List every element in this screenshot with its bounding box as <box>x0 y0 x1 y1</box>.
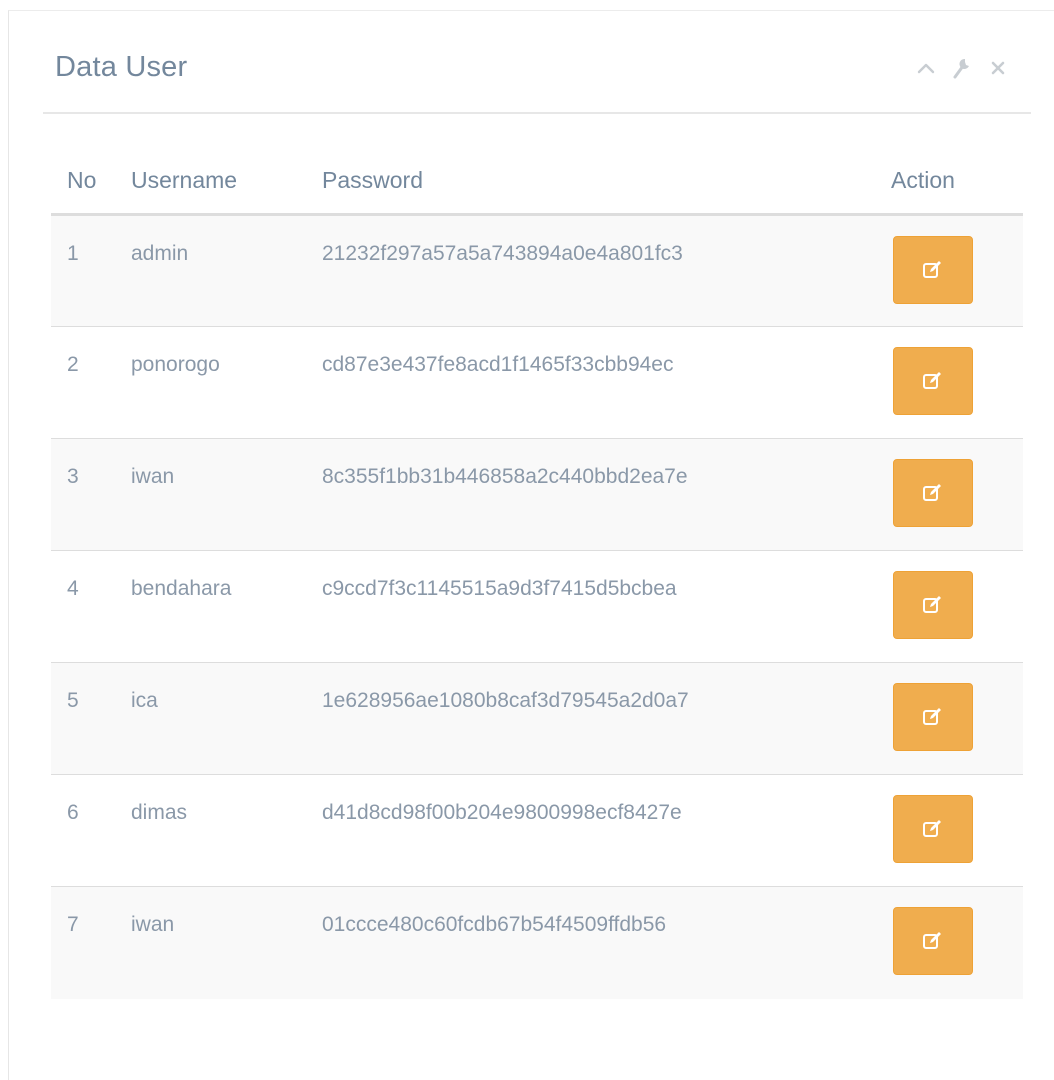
cell-no: 2 <box>51 326 131 439</box>
edit-button[interactable] <box>893 459 973 527</box>
wrench-icon <box>953 58 969 79</box>
edit-icon <box>923 484 941 501</box>
close-icon <box>991 61 1005 75</box>
header-username: Username <box>131 151 322 216</box>
edit-button[interactable] <box>893 347 973 415</box>
edit-icon <box>923 932 941 949</box>
close-panel-button[interactable] <box>985 55 1011 81</box>
cell-username: ponorogo <box>131 326 322 439</box>
table-row: 2 ponorogo cd87e3e437fe8acd1f1465f33cbb9… <box>51 326 1023 439</box>
cell-no: 3 <box>51 438 131 551</box>
cell-password: 21232f297a57a5a743894a0e4a801fc3 <box>322 242 683 265</box>
panel-toolbox <box>913 55 1011 81</box>
cell-password: 1e628956ae1080b8caf3d79545a2d0a7 <box>322 662 867 775</box>
panel-header: Data User <box>43 11 1031 114</box>
cell-action <box>867 886 1023 999</box>
header-action: Action <box>867 151 1023 216</box>
cell-username: iwan <box>131 438 322 551</box>
cell-username: admin <box>131 242 189 265</box>
user-table: No Username Password Action 1 admin 2123… <box>51 151 1023 999</box>
cell-action <box>867 774 1023 887</box>
table-row: 6 dimas d41d8cd98f00b204e9800998ecf8427e <box>51 774 1023 887</box>
header-no: No <box>51 151 131 216</box>
edit-icon <box>923 820 941 837</box>
table-row: 4 bendahara c9ccd7f3c1145515a9d3f7415d5b… <box>51 550 1023 663</box>
cell-action <box>867 326 1023 439</box>
settings-button[interactable] <box>949 55 975 81</box>
cell-username: dimas <box>131 774 322 887</box>
edit-icon <box>923 372 941 389</box>
cell-password: 01ccce480c60fcdb67b54f4509ffdb56 <box>322 886 867 999</box>
panel-title: Data User <box>55 51 188 83</box>
cell-username: bendahara <box>131 550 322 663</box>
cell-username: iwan <box>131 886 322 999</box>
table-row: 3 iwan 8c355f1bb31b446858a2c440bbd2ea7e <box>51 438 1023 551</box>
cell-password: c9ccd7f3c1145515a9d3f7415d5bcbea <box>322 550 867 663</box>
edit-button[interactable] <box>893 571 973 639</box>
cell-no: 4 <box>51 550 131 663</box>
cell-no: 6 <box>51 774 131 887</box>
cell-password: d41d8cd98f00b204e9800998ecf8427e <box>322 774 867 887</box>
header-password: Password <box>322 151 867 216</box>
edit-button[interactable] <box>893 795 973 863</box>
cell-action <box>867 550 1023 663</box>
cell-no: 1 <box>67 242 79 265</box>
cell-no: 7 <box>51 886 131 999</box>
edit-button[interactable] <box>893 236 973 304</box>
table-row: 7 iwan 01ccce480c60fcdb67b54f4509ffdb56 <box>51 886 1023 999</box>
collapse-button[interactable] <box>913 55 939 81</box>
table-row: 1 admin 21232f297a57a5a743894a0e4a801fc3 <box>51 214 1023 327</box>
header-row: No Username Password Action <box>51 151 1023 216</box>
table-header: No Username Password Action <box>51 151 1023 216</box>
cell-action <box>867 215 1023 327</box>
edit-button[interactable] <box>893 907 973 975</box>
cell-no: 5 <box>51 662 131 775</box>
cell-password: 8c355f1bb31b446858a2c440bbd2ea7e <box>322 438 867 551</box>
table-body: 1 admin 21232f297a57a5a743894a0e4a801fc3… <box>51 214 1023 999</box>
cell-username: ica <box>131 662 322 775</box>
edit-icon <box>923 596 941 613</box>
user-table-wrapper: No Username Password Action 1 admin 2123… <box>51 151 1023 999</box>
table-row: 5 ica 1e628956ae1080b8caf3d79545a2d0a7 <box>51 662 1023 775</box>
cell-password: cd87e3e437fe8acd1f1465f33cbb94ec <box>322 326 867 439</box>
edit-button[interactable] <box>893 683 973 751</box>
edit-icon <box>923 708 941 725</box>
edit-icon <box>923 261 941 278</box>
data-user-panel: Data User No Username Password Action 1 … <box>8 10 1054 1080</box>
cell-action <box>867 662 1023 775</box>
cell-action <box>867 438 1023 551</box>
chevron-up-icon <box>917 63 935 74</box>
